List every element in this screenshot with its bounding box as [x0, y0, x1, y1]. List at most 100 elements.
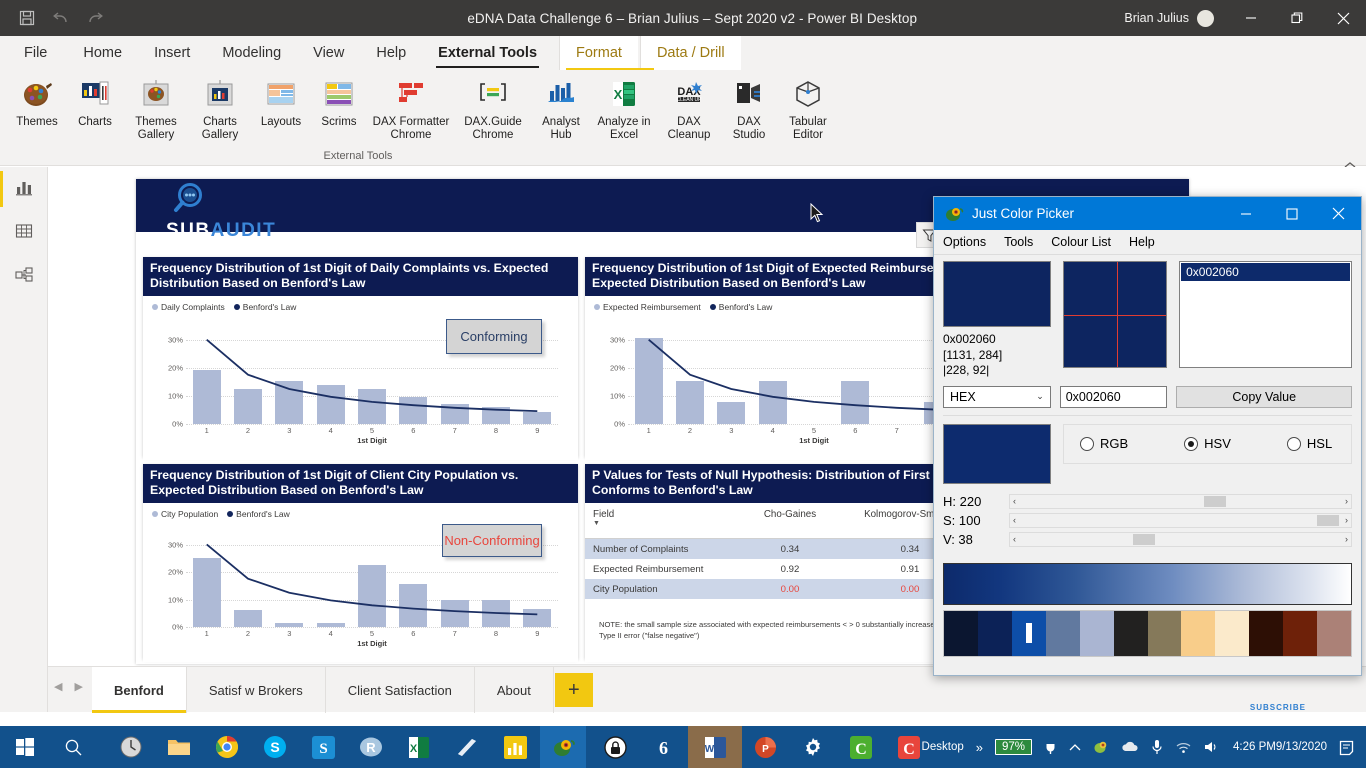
- legend-item-expected-reimbursement[interactable]: Expected Reimbursement: [594, 302, 701, 312]
- tray-chameleon-icon[interactable]: [1087, 739, 1115, 755]
- jcp-colour-list[interactable]: 0x002060: [1179, 261, 1352, 368]
- ribbon-tab-insert[interactable]: Insert: [138, 36, 206, 70]
- jcp-gradient-bar[interactable]: [943, 562, 1352, 605]
- jcp-slider-s[interactable]: ‹ ›: [1009, 512, 1352, 528]
- camtasia-green-button[interactable]: C: [838, 726, 884, 768]
- palette-swatch[interactable]: [1317, 610, 1352, 656]
- just-color-picker-button[interactable]: [540, 726, 586, 768]
- legend-item-benford[interactable]: Benford's Law: [227, 509, 290, 519]
- page-tab-client-satisfaction[interactable]: Client Satisfaction: [326, 667, 475, 713]
- skype-button[interactable]: S: [252, 726, 298, 768]
- palette-swatch[interactable]: [1147, 610, 1182, 656]
- action-center-icon[interactable]: [1333, 739, 1366, 756]
- jcp-radio-hsl[interactable]: HSL: [1286, 436, 1332, 451]
- slider-thumb[interactable]: [1316, 514, 1339, 526]
- palette-swatch[interactable]: [1249, 610, 1284, 656]
- start-button[interactable]: [2, 726, 48, 768]
- ribbon-tab-view[interactable]: View: [297, 36, 360, 70]
- page-tab-benford[interactable]: Benford: [92, 667, 187, 713]
- tray-overflow-icon[interactable]: »: [970, 740, 989, 755]
- status-badge-conforming[interactable]: Conforming: [446, 319, 542, 354]
- jcp-radio-rgb[interactable]: RGB: [1080, 436, 1128, 451]
- ribbon-tab-help[interactable]: Help: [360, 36, 422, 70]
- left-arrow-icon[interactable]: ‹: [1010, 496, 1019, 506]
- card-daily-complaints[interactable]: Frequency Distribution of 1st Digit of D…: [143, 257, 578, 460]
- ribbon-button-charts-gallery[interactable]: Charts Gallery: [188, 72, 252, 144]
- search-button[interactable]: [50, 726, 96, 768]
- right-arrow-icon[interactable]: ›: [1342, 534, 1351, 544]
- close-button[interactable]: [1320, 0, 1366, 36]
- palette-swatch[interactable]: [1215, 610, 1250, 656]
- palette-swatch[interactable]: [1079, 610, 1114, 656]
- ribbon-button-scrims[interactable]: Scrims: [310, 72, 368, 131]
- powerpoint-button[interactable]: P: [742, 726, 788, 768]
- clock-datetime[interactable]: 4:26 PM 9/13/2020: [1227, 740, 1333, 754]
- just-color-picker-window[interactable]: Just Color Picker Options Tools Colour L…: [933, 196, 1362, 676]
- jcp-format-select[interactable]: HEX ⌄: [943, 385, 1051, 408]
- jcp-radio-hsv[interactable]: HSV: [1184, 436, 1231, 451]
- column-header-cho-gaines[interactable]: Cho-Gaines: [735, 505, 845, 539]
- slider-thumb[interactable]: [1132, 533, 1155, 545]
- onenote-button[interactable]: [444, 726, 490, 768]
- microphone-icon[interactable]: [1145, 739, 1169, 755]
- legend-item-city-population[interactable]: City Population: [152, 509, 218, 519]
- power-bi-button[interactable]: [492, 726, 538, 768]
- ribbon-button-charts[interactable]: Charts: [66, 72, 124, 131]
- restore-button[interactable]: [1274, 0, 1320, 36]
- tray-desktop-label[interactable]: Desktop: [916, 741, 970, 753]
- right-arrow-icon[interactable]: ›: [1342, 496, 1351, 506]
- wifi-icon[interactable]: [1169, 740, 1198, 754]
- jcp-minimize-button[interactable]: [1223, 197, 1269, 230]
- jcp-menu-colour-list[interactable]: Colour List: [1051, 235, 1111, 249]
- camtasia-button[interactable]: 6: [640, 726, 686, 768]
- jcp-menu-help[interactable]: Help: [1129, 235, 1155, 249]
- show-hidden-icons-chevron[interactable]: [1063, 743, 1087, 752]
- settings-button[interactable]: [790, 726, 836, 768]
- add-page-button[interactable]: +: [554, 667, 594, 713]
- save-icon[interactable]: [18, 9, 36, 27]
- cortana-clock-button[interactable]: [108, 726, 154, 768]
- palette-swatch[interactable]: [944, 610, 978, 656]
- palette-swatch[interactable]: [1181, 610, 1216, 656]
- left-arrow-icon[interactable]: ‹: [1010, 515, 1019, 525]
- power-plug-icon[interactable]: [1038, 739, 1063, 755]
- sidebar-item-model-view[interactable]: [0, 255, 48, 299]
- palette-swatch[interactable]: [1283, 610, 1318, 656]
- prev-page-icon[interactable]: ◀: [54, 680, 62, 693]
- sidebar-item-data-view[interactable]: [0, 211, 48, 255]
- palette-swatch[interactable]: [1113, 610, 1148, 656]
- palette-swatch[interactable]: [1045, 610, 1080, 656]
- page-tab-satisf-w-brokers[interactable]: Satisf w Brokers: [187, 667, 326, 713]
- ribbon-button-analyze-in-excel[interactable]: X Analyze in Excel: [590, 72, 658, 144]
- volume-icon[interactable]: [1198, 740, 1227, 754]
- excel-button[interactable]: X: [396, 726, 442, 768]
- battery-indicator[interactable]: 97%: [989, 739, 1038, 755]
- sidebar-item-report-view[interactable]: [0, 167, 48, 211]
- undo-icon[interactable]: [52, 9, 70, 27]
- redo-icon[interactable]: [86, 9, 104, 27]
- rstudio-button[interactable]: R: [348, 726, 394, 768]
- jcp-menu-tools[interactable]: Tools: [1004, 235, 1033, 249]
- jcp-slider-v[interactable]: ‹ ›: [1009, 531, 1352, 547]
- minimize-button[interactable]: [1228, 0, 1274, 36]
- ribbon-button-themes-gallery[interactable]: Themes Gallery: [124, 72, 188, 144]
- ribbon-tab-data-drill[interactable]: Data / Drill: [639, 36, 741, 70]
- ribbon-tab-modeling[interactable]: Modeling: [206, 36, 297, 70]
- jcp-close-button[interactable]: [1315, 197, 1361, 230]
- next-page-icon[interactable]: ▶: [74, 680, 82, 693]
- left-arrow-icon[interactable]: ‹: [1010, 534, 1019, 544]
- palette-swatch[interactable]: [1011, 610, 1046, 656]
- ribbon-tab-file[interactable]: File: [0, 36, 67, 70]
- legend-item-benford[interactable]: Benford's Law: [233, 302, 296, 312]
- onedrive-icon[interactable]: [1115, 741, 1145, 753]
- ribbon-tab-format[interactable]: Format: [559, 36, 638, 70]
- avatar[interactable]: [1197, 9, 1214, 27]
- legend-item-daily-complaints[interactable]: Daily Complaints: [152, 302, 225, 312]
- ribbon-tab-external-tools[interactable]: External Tools: [422, 36, 554, 70]
- user-name[interactable]: Brian Julius: [1124, 11, 1197, 25]
- jcp-slider-h[interactable]: ‹ ›: [1009, 493, 1352, 509]
- page-tab-about[interactable]: About: [475, 667, 554, 713]
- legend-item-benford[interactable]: Benford's Law: [709, 302, 772, 312]
- ribbon-button-themes[interactable]: Themes: [8, 72, 66, 131]
- file-explorer-button[interactable]: [156, 726, 202, 768]
